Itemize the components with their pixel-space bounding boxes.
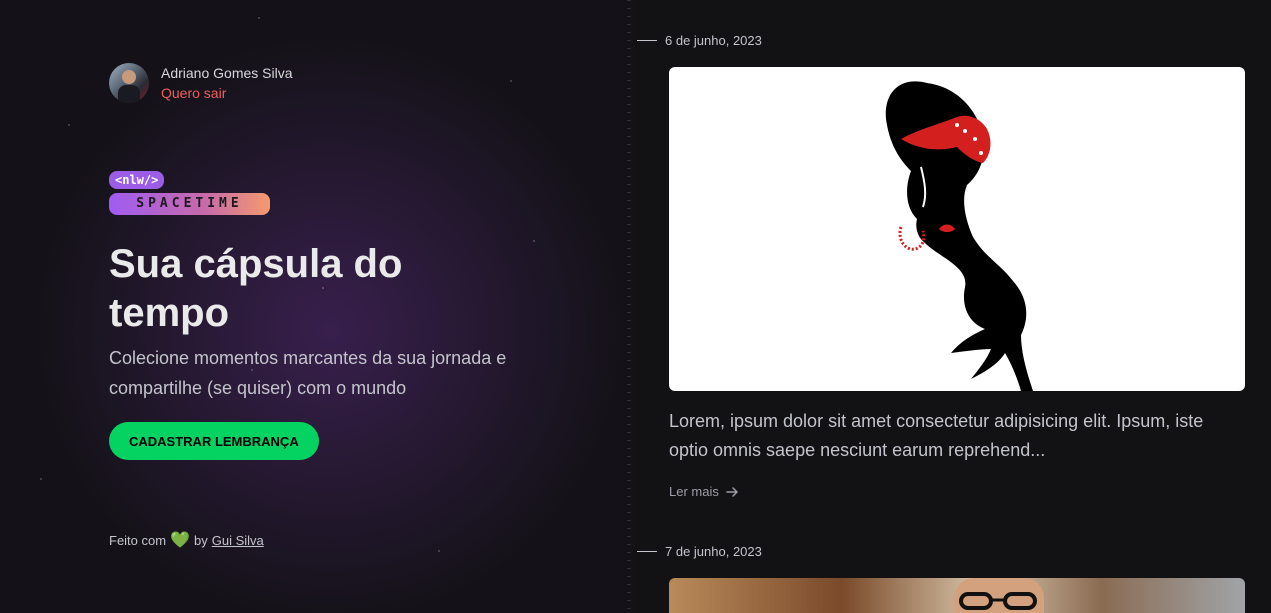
user-profile[interactable]: Adriano Gomes Silva Quero sair	[109, 63, 293, 103]
left-panel: Adriano Gomes Silva Quero sair <nlw/> SP…	[0, 0, 636, 613]
app-root: Adriano Gomes Silva Quero sair <nlw/> SP…	[0, 0, 1271, 613]
date-divider	[637, 40, 657, 41]
heart-icon: 💚	[170, 532, 190, 549]
memory-date-row: 6 de junho, 2023	[637, 33, 762, 48]
author-link[interactable]: Gui Silva	[212, 533, 264, 548]
footer-by: by	[194, 532, 208, 548]
footer-credits: Feito com 💚 by Gui Silva	[109, 530, 264, 550]
read-more-link[interactable]: Ler mais	[669, 484, 739, 499]
nlw-spacetime-logo: <nlw/> SPACETIME	[109, 171, 270, 215]
date-divider	[637, 551, 657, 552]
timeline-rail	[619, 0, 636, 613]
page-title: Sua cápsula do tempo	[109, 242, 403, 335]
logout-link[interactable]: Quero sair	[161, 85, 293, 101]
footer-prefix: Feito com	[109, 532, 167, 548]
read-more-label: Ler mais	[669, 484, 719, 499]
memory-date: 6 de junho, 2023	[665, 33, 762, 48]
memories-timeline[interactable]: 6 de junho, 2023 Lorem, ipsum dolor sit …	[637, 0, 1271, 613]
memory-image	[669, 578, 1245, 613]
logo-spacetime: SPACETIME	[109, 193, 270, 215]
user-name: Adriano Gomes Silva	[161, 65, 293, 81]
page-subtitle: Colecione momentos marcantes da sua jorn…	[109, 348, 507, 398]
memory-excerpt: Lorem, ipsum dolor sit amet consectetur …	[669, 411, 1204, 460]
memory-image	[669, 67, 1245, 391]
logo-nlw: <nlw/>	[109, 171, 165, 189]
memory-date-row: 7 de junho, 2023	[637, 544, 762, 559]
create-memory-button[interactable]: CADASTRAR LEMBRANÇA	[109, 422, 319, 460]
arrow-right-icon	[726, 486, 738, 497]
memory-date: 7 de junho, 2023	[665, 544, 762, 559]
avatar[interactable]	[109, 63, 149, 103]
